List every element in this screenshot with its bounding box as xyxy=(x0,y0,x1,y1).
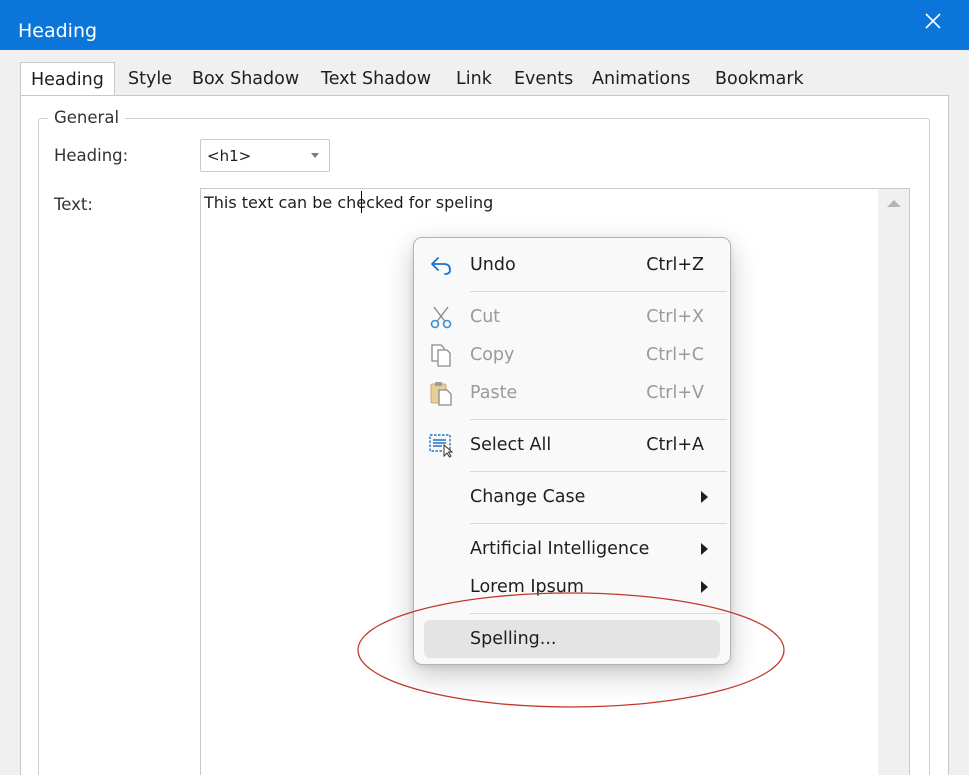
menu-separator xyxy=(470,419,727,420)
menu-item-label: Undo xyxy=(470,255,516,275)
menu-item-spelling[interactable]: Spelling... xyxy=(424,620,720,658)
menu-separator xyxy=(470,613,727,614)
heading-level-select[interactable]: <h1> xyxy=(200,139,330,172)
tab-bookmark[interactable]: Bookmark xyxy=(705,62,814,96)
tab-link[interactable]: Link xyxy=(446,62,502,96)
tab-style[interactable]: Style xyxy=(118,62,182,96)
undo-icon xyxy=(431,257,451,275)
heading-dialog: Heading Heading Style Box Shadow Text Sh… xyxy=(0,0,969,775)
tab-strip: Heading Style Box Shadow Text Shadow Lin… xyxy=(20,62,949,97)
close-icon xyxy=(925,13,941,29)
close-button[interactable] xyxy=(921,9,945,33)
general-legend: General xyxy=(48,108,126,128)
text-caret xyxy=(361,191,362,213)
tab-events[interactable]: Events xyxy=(504,62,583,96)
tab-animations[interactable]: Animations xyxy=(582,62,700,96)
menu-item-label: Cut xyxy=(470,307,501,327)
menu-separator xyxy=(470,471,727,472)
text-label: Text: xyxy=(54,195,93,214)
copy-icon xyxy=(431,344,451,367)
menu-item-label: Spelling... xyxy=(470,629,557,649)
tab-heading[interactable]: Heading xyxy=(20,62,115,97)
menu-item-shortcut: Ctrl+V xyxy=(646,383,704,403)
menu-item-label: Artificial Intelligence xyxy=(470,539,650,559)
menu-item-label: Copy xyxy=(470,345,515,365)
text-input-value: This text can be checked for speling xyxy=(204,193,494,212)
scissors-icon xyxy=(430,306,452,329)
vertical-scrollbar[interactable] xyxy=(878,189,909,775)
menu-item-copy[interactable]: Copy Ctrl+C xyxy=(424,336,720,374)
scroll-up-arrow-icon[interactable] xyxy=(887,200,901,207)
chevron-down-icon xyxy=(311,153,319,158)
heading-level-value: <h1> xyxy=(207,147,252,165)
heading-label: Heading: xyxy=(54,146,129,165)
menu-item-label: Lorem Ipsum xyxy=(470,577,584,597)
menu-item-shortcut: Ctrl+A xyxy=(646,435,704,455)
menu-item-select-all[interactable]: Select All Ctrl+A xyxy=(424,426,720,464)
menu-item-shortcut: Ctrl+C xyxy=(645,345,704,365)
context-menu: Undo Ctrl+Z Cut Ctrl+X Copy Ctrl+C Paste… xyxy=(413,237,731,665)
menu-item-label: Paste xyxy=(470,383,518,403)
menu-separator xyxy=(470,291,727,292)
menu-item-change-case[interactable]: Change Case xyxy=(424,478,720,516)
menu-item-lorem-ipsum[interactable]: Lorem Ipsum xyxy=(424,568,720,606)
tab-text-shadow[interactable]: Text Shadow xyxy=(311,62,441,96)
submenu-arrow-icon xyxy=(701,543,708,555)
select-all-icon xyxy=(429,434,454,458)
menu-item-shortcut: Ctrl+Z xyxy=(646,255,704,275)
menu-item-paste[interactable]: Paste Ctrl+V xyxy=(424,374,720,412)
submenu-arrow-icon xyxy=(701,581,708,593)
submenu-arrow-icon xyxy=(701,491,708,503)
menu-item-shortcut: Ctrl+X xyxy=(646,307,704,327)
menu-item-cut[interactable]: Cut Ctrl+X xyxy=(424,298,720,336)
menu-item-label: Select All xyxy=(470,435,552,455)
title-bar: Heading xyxy=(0,0,969,50)
dialog-title: Heading xyxy=(18,20,98,42)
tab-box-shadow[interactable]: Box Shadow xyxy=(182,62,309,96)
paste-icon xyxy=(430,382,452,406)
menu-item-undo[interactable]: Undo Ctrl+Z xyxy=(424,246,720,284)
menu-separator xyxy=(470,523,727,524)
menu-item-artificial-intelligence[interactable]: Artificial Intelligence xyxy=(424,530,720,568)
menu-item-label: Change Case xyxy=(470,487,586,507)
